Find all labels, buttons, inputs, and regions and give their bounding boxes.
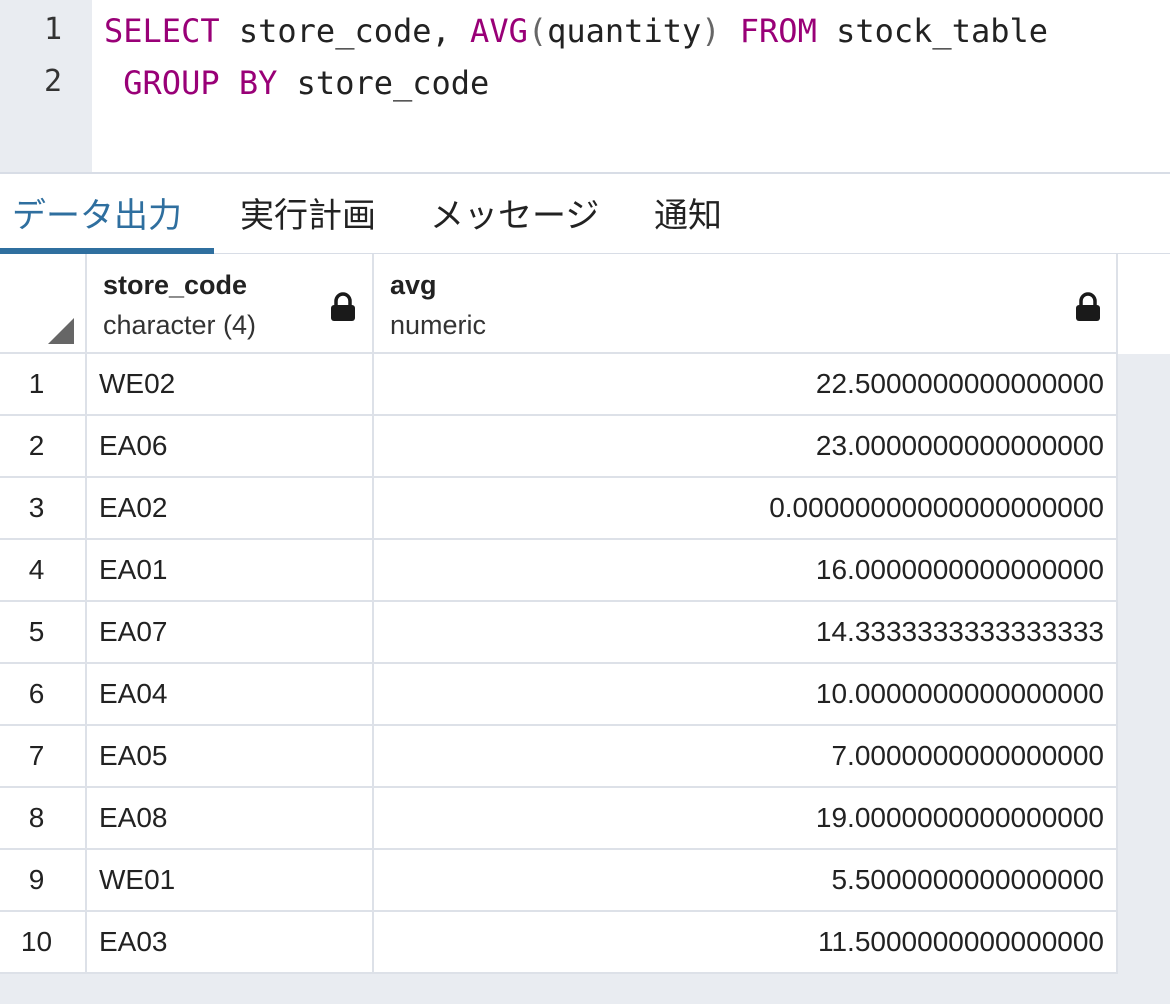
cell-store-code[interactable]: EA06 xyxy=(87,416,374,478)
cell-store-code[interactable]: EA04 xyxy=(87,664,374,726)
cell-avg[interactable]: 16.0000000000000000 xyxy=(374,540,1118,602)
column-type: character (4) xyxy=(103,310,257,340)
header-filler xyxy=(1118,254,1170,354)
sql-keyword: FROM xyxy=(739,12,817,50)
tab-data-output[interactable]: データ出力 xyxy=(12,188,182,237)
row-number[interactable]: 1 xyxy=(0,354,87,416)
code-line-1[interactable]: SELECT store_code, AVG(quantity) FROM st… xyxy=(104,12,1048,50)
table-row[interactable]: 4 EA01 16.0000000000000000 xyxy=(0,540,1118,602)
select-all-icon xyxy=(48,318,74,344)
column-name: store_code xyxy=(103,270,248,300)
cell-avg[interactable]: 5.5000000000000000 xyxy=(374,850,1118,912)
tab-explain[interactable]: 実行計画 xyxy=(240,188,376,237)
cell-avg[interactable]: 0.00000000000000000000 xyxy=(374,478,1118,540)
cell-avg[interactable]: 11.5000000000000000 xyxy=(374,912,1118,974)
row-number[interactable]: 9 xyxy=(0,850,87,912)
cell-store-code[interactable]: WE01 xyxy=(87,850,374,912)
cell-store-code[interactable]: EA03 xyxy=(87,912,374,974)
code-text: quantity xyxy=(547,12,702,50)
cell-store-code[interactable]: EA07 xyxy=(87,602,374,664)
row-number[interactable]: 7 xyxy=(0,726,87,788)
row-number[interactable]: 5 xyxy=(0,602,87,664)
cell-store-code[interactable]: EA05 xyxy=(87,726,374,788)
cell-avg[interactable]: 23.0000000000000000 xyxy=(374,416,1118,478)
sql-function: AVG xyxy=(470,12,528,50)
cell-avg[interactable]: 14.3333333333333333 xyxy=(374,602,1118,664)
lock-icon xyxy=(1076,292,1100,321)
row-number[interactable]: 4 xyxy=(0,540,87,602)
sql-keyword: BY xyxy=(238,64,278,102)
code-text: store_code, xyxy=(219,12,471,50)
column-header-store-code[interactable]: store_code character (4) xyxy=(87,254,374,354)
row-number[interactable]: 2 xyxy=(0,416,87,478)
row-number[interactable]: 6 xyxy=(0,664,87,726)
tab-messages[interactable]: メッセージ xyxy=(430,188,599,237)
output-tab-bar: データ出力 実行計画 メッセージ 通知 xyxy=(0,172,1170,254)
column-header-avg[interactable]: avg numeric xyxy=(374,254,1118,354)
tab-notifications[interactable]: 通知 xyxy=(654,188,722,237)
cell-avg[interactable]: 10.0000000000000000 xyxy=(374,664,1118,726)
table-row[interactable]: 3 EA02 0.00000000000000000000 xyxy=(0,478,1118,540)
row-number[interactable]: 8 xyxy=(0,788,87,850)
column-name: avg xyxy=(390,270,437,300)
sql-keyword: SELECT xyxy=(104,12,220,50)
lock-icon xyxy=(331,292,355,321)
result-grid: store_code character (4) avg numeric 1 WE… xyxy=(0,254,1118,974)
line-number: 2 xyxy=(43,64,62,99)
row-number[interactable]: 10 xyxy=(0,912,87,974)
code-paren: ) xyxy=(701,12,721,50)
cell-store-code[interactable]: EA01 xyxy=(87,540,374,602)
table-row[interactable]: 9 WE01 5.5000000000000000 xyxy=(0,850,1118,912)
table-row[interactable]: 7 EA05 7.0000000000000000 xyxy=(0,726,1118,788)
code-text: store_code xyxy=(277,64,490,102)
cell-avg[interactable]: 22.5000000000000000 xyxy=(374,354,1118,416)
table-row[interactable]: 8 EA08 19.0000000000000000 xyxy=(0,788,1118,850)
code-text: stock_table xyxy=(816,12,1049,50)
sql-editor[interactable]: 1 2 SELECT store_code, AVG(quantity) FRO… xyxy=(0,0,1170,172)
cell-avg[interactable]: 19.0000000000000000 xyxy=(374,788,1118,850)
row-number[interactable]: 3 xyxy=(0,478,87,540)
table-row[interactable]: 10 EA03 11.5000000000000000 xyxy=(0,912,1118,974)
sql-keyword: GROUP xyxy=(123,64,220,102)
table-row[interactable]: 2 EA06 23.0000000000000000 xyxy=(0,416,1118,478)
line-number: 1 xyxy=(43,12,62,47)
code-paren: ( xyxy=(527,12,548,50)
code-line-2[interactable]: GROUP BY store_code xyxy=(104,64,489,102)
line-number-gutter: 1 2 xyxy=(0,0,92,172)
table-row[interactable]: 6 EA04 10.0000000000000000 xyxy=(0,664,1118,726)
cell-store-code[interactable]: WE02 xyxy=(87,354,374,416)
select-all-corner[interactable] xyxy=(0,254,87,354)
cell-avg[interactable]: 7.0000000000000000 xyxy=(374,726,1118,788)
cell-store-code[interactable]: EA02 xyxy=(87,478,374,540)
table-row[interactable]: 1 WE02 22.5000000000000000 xyxy=(0,354,1118,416)
column-type: numeric xyxy=(390,310,487,340)
cell-store-code[interactable]: EA08 xyxy=(87,788,374,850)
table-row[interactable]: 5 EA07 14.3333333333333333 xyxy=(0,602,1118,664)
